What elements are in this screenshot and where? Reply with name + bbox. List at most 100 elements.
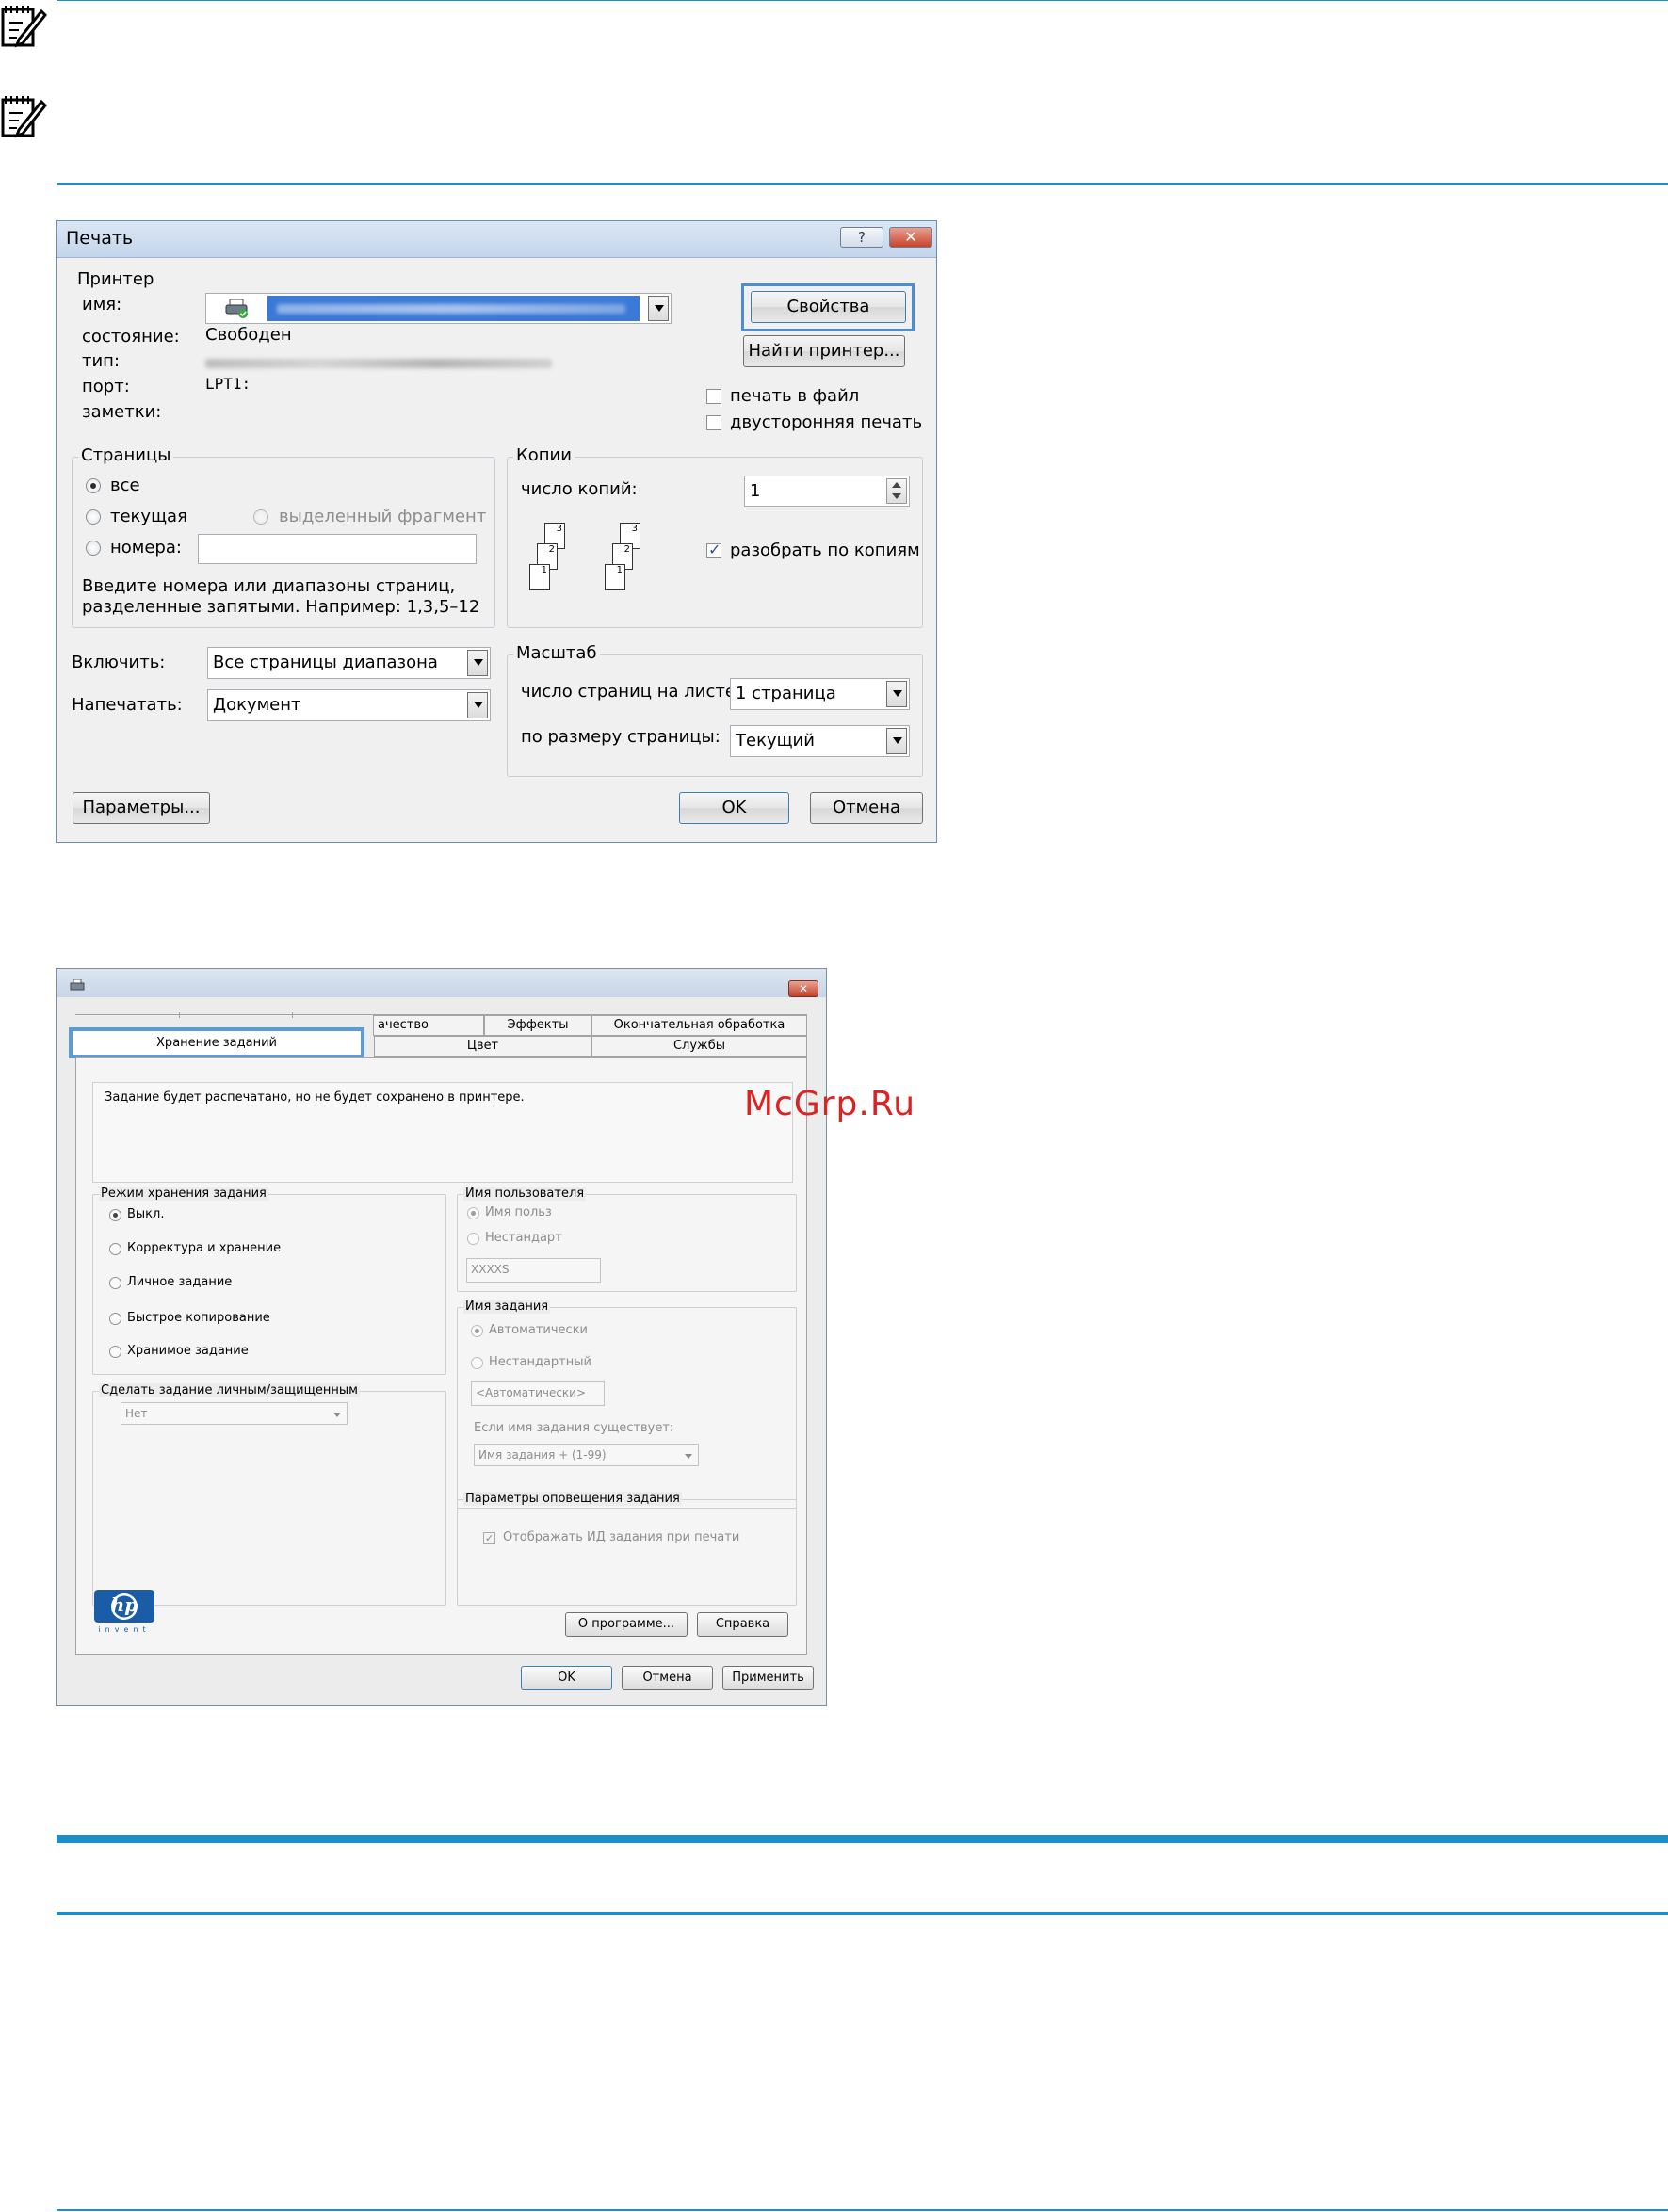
mode-quickcopy-radio[interactable] [109,1313,121,1325]
mode-stored-radio[interactable] [109,1346,121,1358]
pages-numbers-input[interactable] [198,534,477,564]
copies-group-title: Копии [513,445,575,465]
notify-checkbox[interactable]: ✓ [483,1532,495,1544]
print-to-file-checkbox[interactable] [706,389,721,404]
hp-dialog-titlebar: ✕ [57,969,826,997]
job-exists-select[interactable]: Имя задания + (1-99) [474,1444,699,1466]
user-name-radio[interactable] [467,1207,479,1219]
tab-job-storage-label: Хранение заданий [156,1036,277,1050]
copies-input[interactable]: 1 [744,476,910,507]
pages-per-sheet-label: число страниц на листе: [521,682,741,702]
print-to-file-label: печать в файл [730,386,860,406]
include-value: Все страницы диапазона [213,653,438,672]
hp-logo: hp invent [94,1590,154,1636]
user-name-input[interactable]: XXXXS [466,1258,601,1283]
job-group: Имя задания [457,1300,797,1509]
private-select[interactable]: Нет [121,1402,348,1425]
pages-hint-line2: разделенные запятыми. Например: 1,3,5–12 [82,597,480,617]
pages-hint-line1: Введите номера или диапазоны страниц, [82,576,456,596]
apply-button[interactable]: Применить [722,1666,814,1690]
note-icon [1,96,47,138]
scale-select[interactable]: Текущий [730,725,910,757]
close-button[interactable]: ✕ [788,980,818,997]
properties-button[interactable]: Свойства [751,291,906,323]
pages-current-label: текущая [110,507,187,526]
chevron-down-icon[interactable] [886,681,907,707]
print-what-select[interactable]: Документ [207,689,491,721]
zoom-group-title: Масштаб [513,643,600,663]
print-what-label: Напечатать: [72,695,183,715]
mode-personal-radio[interactable] [109,1277,121,1289]
pages-all-radio[interactable] [86,478,101,493]
user-name-label: Имя польз [485,1205,552,1219]
tab-divider [292,1012,293,1018]
pages-current-radio[interactable] [86,509,101,525]
printer-name-selection [267,296,640,321]
chevron-down-icon[interactable] [467,650,488,676]
scale-label: по размеру страницы: [521,727,721,747]
pages-per-sheet-value: 1 страница [736,684,836,703]
job-custom-radio[interactable] [471,1357,483,1369]
collate-label: разобрать по копиям [730,541,920,560]
print-dialog-titlebar: Печать ? ✕ [57,221,936,258]
print-dialog: Печать ? ✕ Принтер имя: Свойства состоян… [56,220,937,843]
tab-divider [179,1012,180,1018]
tab-effects[interactable]: Эффекты [484,1015,591,1036]
duplex-checkbox[interactable] [706,415,721,430]
job-name-value: <Автоматически> [476,1386,587,1399]
ok-button[interactable]: OK [679,792,789,824]
tab-services[interactable]: Службы [591,1036,807,1057]
spin-down-icon[interactable] [892,493,901,499]
mode-quickcopy-label: Быстрое копирование [127,1311,270,1325]
status-value: Свободен [205,325,292,345]
include-select[interactable]: Все страницы диапазона [207,647,491,679]
page-sheet-icon: 1 [605,564,625,590]
mode-off-radio[interactable] [109,1209,121,1221]
copies-label: число копий: [521,479,638,499]
printer-icon [225,299,248,318]
chevron-down-icon[interactable] [648,296,669,321]
mode-stored-label: Хранимое задание [127,1344,249,1358]
cancel-button[interactable]: Отмена [810,792,923,824]
user-custom-radio[interactable] [467,1233,479,1245]
page-sheet-icon: 1 [529,564,550,590]
pages-numbers-label: номера: [110,538,182,557]
job-exists-value: Имя задания + (1-99) [478,1448,607,1461]
pages-selection-radio[interactable] [253,509,268,525]
close-button[interactable]: ✕ [889,227,932,248]
help-button[interactable]: ? [840,227,883,248]
chevron-down-icon[interactable] [467,692,488,718]
copies-value: 1 [750,481,761,501]
pages-numbers-radio[interactable] [86,541,101,556]
chevron-down-icon[interactable] [886,728,907,754]
mode-off-label: Выкл. [127,1207,165,1221]
copies-spinner[interactable] [886,478,907,504]
tab-job-storage[interactable]: Хранение заданий [69,1027,364,1058]
pages-per-sheet-select[interactable]: 1 страница [730,678,910,710]
port-value: LPT1: [205,375,251,393]
about-button[interactable]: О программе... [565,1612,688,1637]
job-name-input[interactable]: <Автоматически> [471,1381,605,1406]
spin-up-icon[interactable] [892,482,901,488]
help-button[interactable]: Справка [697,1612,788,1637]
job-auto-radio[interactable] [471,1325,483,1337]
hp-invent-text: invent [98,1625,151,1634]
section-rule [57,1912,1668,1915]
mode-proof-radio[interactable] [109,1243,121,1255]
ok-button[interactable]: OK [521,1666,612,1690]
note-icon [1,6,47,48]
find-printer-button[interactable]: Найти принтер... [743,335,905,367]
tab-quality[interactable]: ачество [373,1015,484,1036]
tab-finishing[interactable]: Окончательная обработка [591,1015,807,1036]
tab-color[interactable]: Цвет [374,1036,591,1057]
collate-illustration: 3 2 1 3 2 1 [509,523,669,617]
print-dialog-title: Печать [66,228,134,249]
cancel-button[interactable]: Отмена [622,1666,713,1690]
printer-name-combo[interactable] [205,293,672,324]
printer-name-redacted [277,304,625,314]
port-label: порт: [82,377,130,396]
options-button[interactable]: Параметры... [73,792,210,824]
collate-checkbox[interactable] [706,541,721,558]
include-label: Включить: [72,653,166,672]
printer-group-title: Принтер [77,269,154,289]
